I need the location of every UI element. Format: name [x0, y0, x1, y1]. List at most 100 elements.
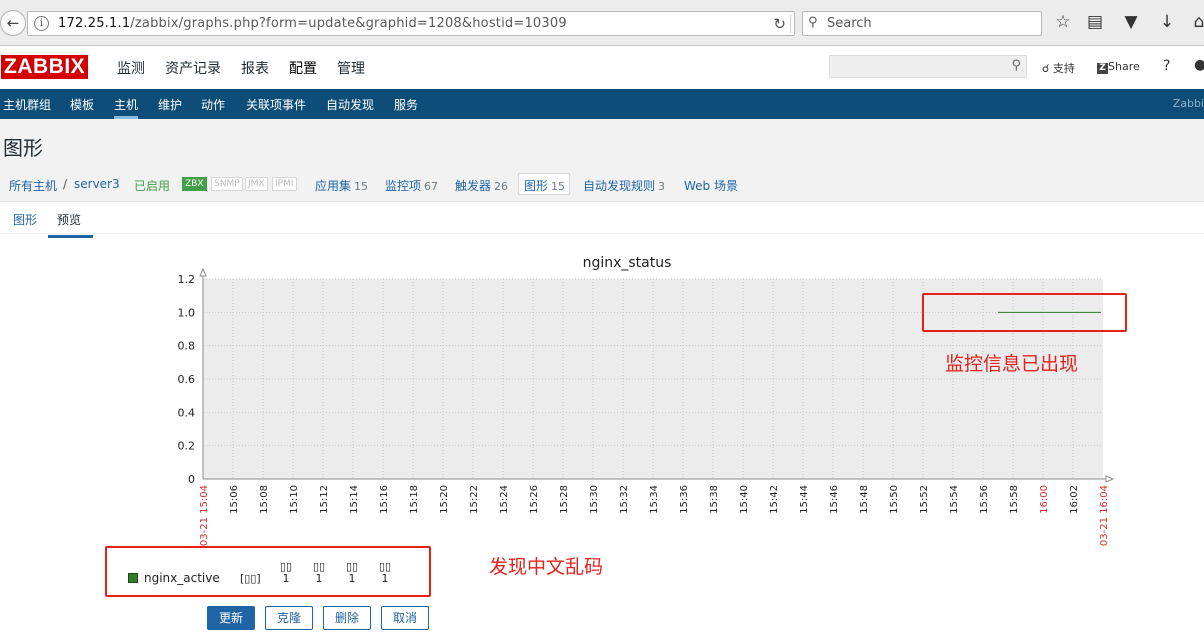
legend-garbled-func: [▯▯]: [240, 572, 261, 585]
nav-reports[interactable]: 报表: [241, 58, 269, 78]
nav-administration[interactable]: 管理: [337, 58, 365, 78]
url-host: 172.25.1.1: [58, 16, 131, 31]
x-tick-label: 15:36: [679, 485, 690, 514]
nav-monitoring[interactable]: 监测: [117, 58, 145, 78]
all-hosts-link[interactable]: 所有主机: [9, 177, 57, 194]
discovery-rules-label: 自动发现规则: [583, 179, 656, 193]
subnav-correlation[interactable]: 关联项事件: [246, 96, 306, 113]
triggers-link[interactable]: 触发器 26: [455, 177, 508, 194]
share-label: Share: [1108, 60, 1140, 73]
x-tick-label: 15:12: [319, 485, 330, 514]
brand-text: Zabbi: [1172, 97, 1204, 110]
support-label: 支持: [1052, 62, 1075, 75]
page-title: 图形: [3, 136, 43, 160]
help-icon[interactable]: ?: [1163, 58, 1170, 74]
x-tick-label: 15:08: [259, 485, 270, 514]
user-icon[interactable]: ●: [1194, 57, 1204, 73]
tab-graph[interactable]: 图形: [13, 211, 37, 228]
x-tick-label: 15:28: [559, 485, 570, 514]
graphs-link[interactable]: 图形 15: [518, 173, 571, 195]
x-tick-label: 15:48: [859, 485, 870, 514]
y-tick-label: 0: [188, 473, 195, 486]
items-link[interactable]: 监控项 67: [385, 177, 438, 194]
graphs-count: 15: [551, 180, 566, 193]
x-tick-label: 15:56: [979, 485, 990, 514]
x-tick-label: 15:40: [739, 485, 750, 514]
clone-button[interactable]: 克隆: [265, 606, 313, 630]
subnav-services[interactable]: 服务: [394, 96, 418, 113]
header-search-input[interactable]: ⚲: [829, 55, 1027, 78]
legend-value-avg: 1: [348, 572, 356, 585]
legend-series-name: nginx_active: [144, 571, 220, 585]
subnav-discovery[interactable]: 自动发现: [326, 96, 374, 113]
host-link[interactable]: server3: [74, 177, 120, 191]
snmp-badge: SNMP: [211, 177, 243, 191]
y-tick-label: 0.8: [178, 340, 196, 353]
applications-link[interactable]: 应用集 15: [315, 177, 368, 194]
x-tick-label: 15:50: [889, 485, 900, 514]
info-icon[interactable]: i: [34, 16, 49, 31]
x-tick-label: 15:58: [1009, 485, 1020, 514]
back-arrow-icon[interactable]: ←: [0, 10, 26, 36]
subnav-templates[interactable]: 模板: [70, 96, 94, 113]
y-tick-label: 1.0: [178, 306, 196, 319]
x-tick-label: 15:32: [619, 485, 630, 514]
web-scenarios-link[interactable]: Web 场景: [684, 177, 738, 194]
x-tick-label: 15:52: [919, 485, 930, 514]
url-divider: [790, 15, 791, 33]
y-tick-label: 0.2: [178, 440, 196, 453]
delete-button[interactable]: 删除: [323, 606, 371, 630]
breadcrumb-separator: /: [63, 177, 68, 191]
annotation-box-top: [922, 293, 1127, 332]
bookmark-star-icon[interactable]: ☆: [1052, 12, 1074, 32]
legend-value-last: 1: [282, 572, 290, 585]
browser-toolbar: ← i 172.25.1.1/zabbix/graphs.php?form=up…: [0, 0, 1204, 46]
y-tick-label: 1.2: [178, 273, 196, 286]
x-tick-label: 15:30: [589, 485, 600, 514]
browser-search-input[interactable]: ⚲ Search: [802, 11, 1042, 36]
annotation-text-top: 监控信息已出现: [945, 353, 1079, 375]
applications-label: 应用集: [315, 179, 352, 193]
download-arrow-icon[interactable]: ↓: [1156, 12, 1178, 32]
y-axis-arrow: [199, 267, 207, 277]
share-z-icon: Z: [1097, 63, 1108, 74]
search-icon: ⚲: [808, 15, 818, 30]
address-bar[interactable]: i 172.25.1.1/zabbix/graphs.php?form=upda…: [27, 11, 795, 36]
search-icon[interactable]: ⚲: [1011, 58, 1021, 73]
support-link[interactable]: ☌ 支持: [1042, 60, 1075, 76]
x-tick-label-start: 03-21 15:04: [199, 485, 210, 546]
nav-configuration[interactable]: 配置: [289, 58, 317, 78]
subnav-maintenance[interactable]: 维护: [158, 96, 182, 113]
y-tick-label: 0.4: [178, 406, 196, 419]
search-placeholder: Search: [827, 16, 872, 31]
reload-icon[interactable]: ↻: [773, 15, 786, 33]
items-label: 监控项: [385, 179, 422, 193]
pocket-icon[interactable]: ▼: [1120, 12, 1142, 32]
x-tick-label: 15:34: [649, 485, 660, 514]
nav-inventory[interactable]: 资产记录: [165, 58, 221, 78]
web-scenarios-label: Web 场景: [684, 179, 738, 193]
subnav-hosts[interactable]: 主机: [114, 96, 139, 119]
x-tick-label: 16:02: [1069, 485, 1080, 514]
discovery-rules-link[interactable]: 自动发现规则 3: [583, 177, 665, 194]
home-icon[interactable]: ⌂: [1188, 12, 1204, 32]
headset-icon: ☌: [1042, 62, 1050, 75]
x-axis-arrow: [1105, 475, 1115, 483]
share-link[interactable]: Z Share: [1097, 60, 1140, 74]
x-tick-label: 15:26: [529, 485, 540, 514]
update-button[interactable]: 更新: [207, 606, 255, 630]
zabbix-header: ZABBIX 监测 资产记录 报表 配置 管理 ⚲ ☌ 支持 Z Share ? …: [0, 46, 1204, 89]
sub-navigation: 主机群组 模板 主机 维护 动作 关联项事件 自动发现 服务 Zabbi: [0, 89, 1204, 119]
host-status[interactable]: 已启用: [134, 177, 170, 194]
subnav-actions[interactable]: 动作: [201, 96, 225, 113]
triggers-count: 26: [494, 180, 509, 193]
reader-list-icon[interactable]: ▤: [1084, 12, 1106, 32]
cancel-button[interactable]: 取消: [381, 606, 429, 630]
zabbix-logo[interactable]: ZABBIX: [1, 55, 89, 79]
chart-title: nginx_status: [583, 255, 672, 271]
x-tick-label: 15:10: [289, 485, 300, 514]
subnav-host-groups[interactable]: 主机群组: [3, 96, 51, 113]
ipmi-badge: IPMI: [272, 177, 297, 191]
tab-preview[interactable]: 预览: [48, 211, 94, 238]
x-tick-label: 15:20: [439, 485, 450, 514]
